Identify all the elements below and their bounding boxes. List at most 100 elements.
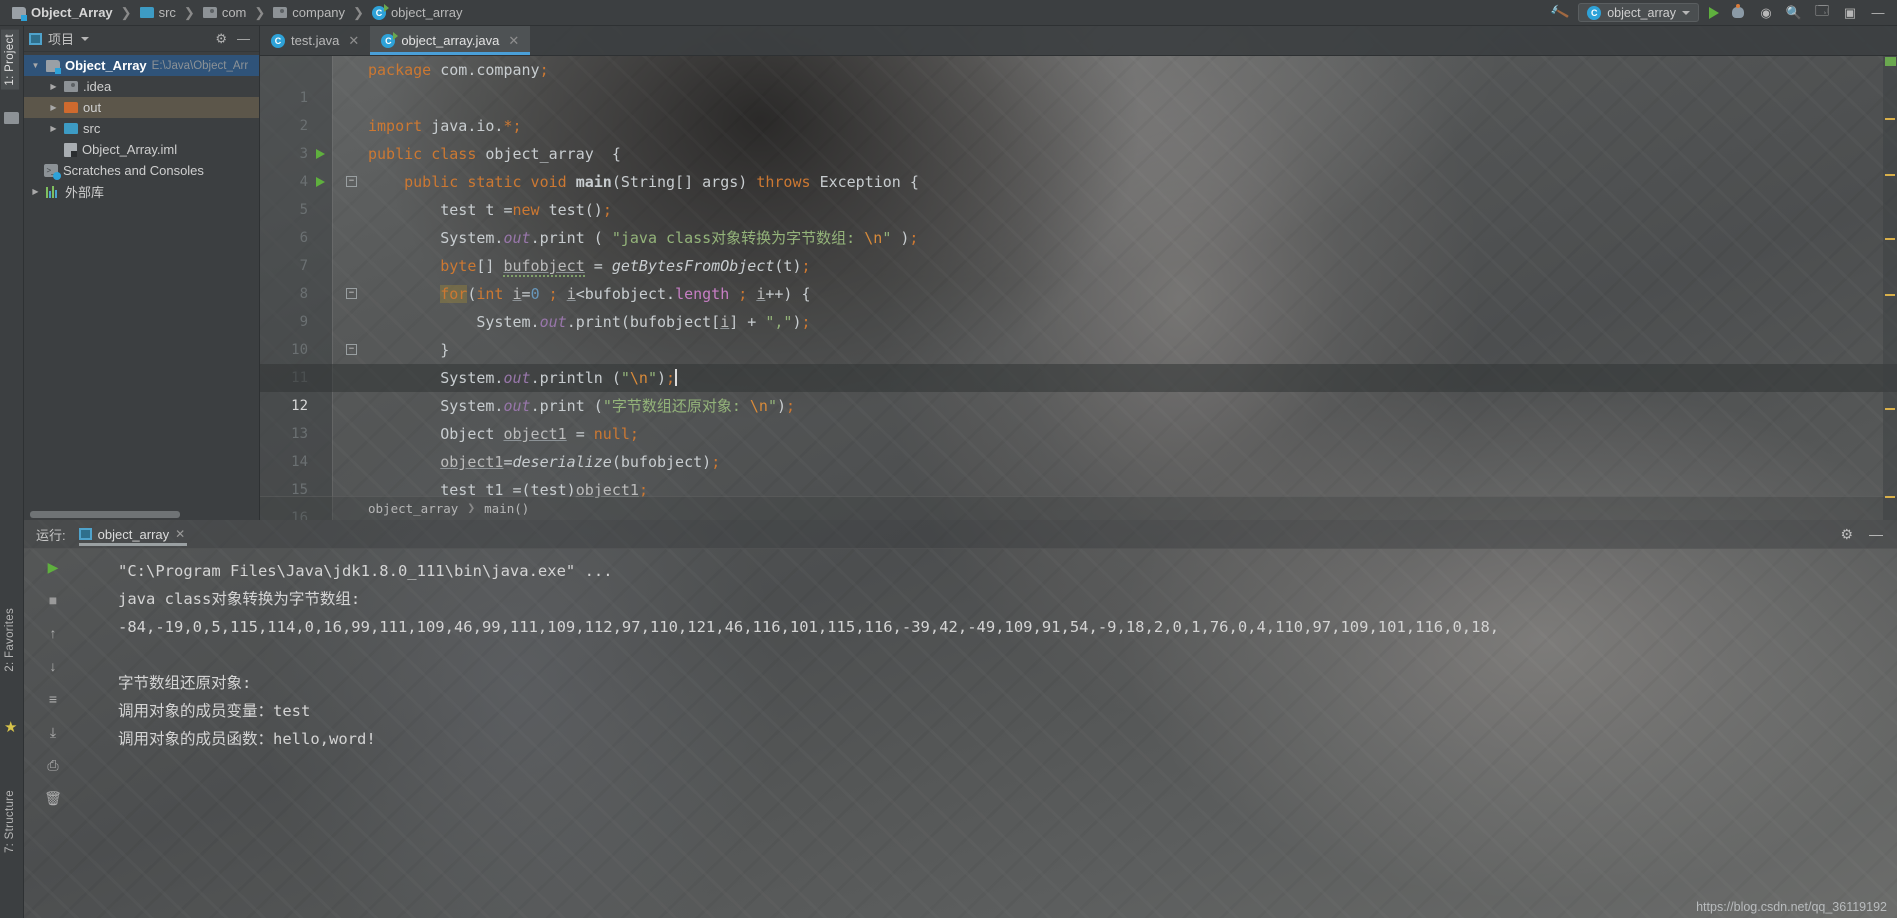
soft-wrap-icon[interactable]: ≡ [42,689,64,709]
code-line[interactable]: 5 − public static void main(String[] arg… [260,168,1897,218]
minimize-icon[interactable]: — [1869,526,1883,543]
warning-marker[interactable] [1885,238,1895,240]
close-icon[interactable]: ✕ [508,33,519,49]
warning-marker[interactable] [1885,294,1895,296]
warning-marker[interactable] [1885,118,1895,120]
run-gutter-icon[interactable] [316,149,325,159]
sidebar-tab-project[interactable]: 1: Project [1,30,19,90]
java-class-icon: C [271,33,285,48]
breadcrumb-class[interactable]: object_array [368,501,458,516]
console-line: 字节数组还原对象: [118,674,252,692]
console-output[interactable]: "C:\Program Files\Java\jdk1.8.0_111\bin\… [82,549,1897,918]
settings-icon[interactable]: ▣ [1841,4,1859,22]
close-icon[interactable]: ✕ [175,527,185,541]
package-icon [202,7,217,18]
tree-item-label: src [83,121,101,136]
gear-icon[interactable]: ⚙ [215,31,227,47]
run-configuration-selector[interactable]: C object_array [1578,3,1699,22]
code-line[interactable]: 6 test t =new test(); [260,196,1897,246]
inspection-status-icon[interactable] [1885,57,1896,66]
editor-tab-label: test.java [291,33,340,48]
code-line-current[interactable]: 12 System.out.println ("\n"); [260,364,1897,414]
breadcrumb-method[interactable]: main() [484,501,529,516]
coverage-icon[interactable]: ◉ [1757,4,1775,22]
chevron-right-icon[interactable]: ▶ [48,82,59,91]
editor-tab-test-java[interactable]: C test.java ✕ [260,26,370,55]
breadcrumb-label: com [221,5,247,20]
warning-marker[interactable] [1885,174,1895,176]
code-line[interactable]: 4 public class object_array { [260,140,1897,190]
chevron-down-icon [1682,10,1690,15]
code-line[interactable]: 11 − } [260,336,1897,386]
breadcrumb-item-company[interactable]: company [269,4,349,21]
breadcrumb: Object_Array ❯ src ❯ com ❯ company ❯ C o… [0,3,467,21]
rerun-icon[interactable]: ▶ [42,557,64,577]
code-line[interactable]: 15 object1=deserialize(bufobject); [260,448,1897,498]
breadcrumb-label: company [292,5,346,20]
chevron-right-icon[interactable]: ▶ [30,187,41,196]
star-icon[interactable]: ★ [4,720,20,735]
hammer-icon[interactable]: 🔨 [1549,2,1571,24]
trash-icon[interactable]: 🗑 [42,788,64,808]
code-line[interactable]: 1 package com.company; [260,56,1897,106]
fold-collapse-icon[interactable]: − [346,176,357,187]
run-gutter-icon[interactable] [316,177,325,187]
console-line: 调用对象的成员函数：hello,word! [118,730,376,748]
layout-icon[interactable]: 🗔 [1813,3,1831,22]
sidebar-tab-structure[interactable]: 7: Structure [1,786,19,857]
breadcrumb-item-src[interactable]: src [136,4,180,21]
breadcrumb-item-class[interactable]: C object_array [368,3,467,21]
tree-item-idea[interactable]: ▶ .idea [24,76,259,97]
run-panel-label: 运行: [36,527,66,543]
scroll-down-icon[interactable]: ↓ [42,656,64,676]
code-line[interactable]: 13 System.out.print ("字节数组还原对象: \n"); [260,392,1897,442]
breadcrumb-label: Object_Array [31,5,113,20]
tree-item-out[interactable]: ▶ out [24,97,259,118]
tree-item-external-libraries[interactable]: ▶ 外部库 [24,181,259,202]
close-icon[interactable]: ✕ [348,33,359,49]
editor-marker-bar[interactable] [1883,56,1897,520]
editor-tab-object-array-java[interactable]: C object_array.java ✕ [370,26,531,55]
chevron-down-icon[interactable] [81,36,90,41]
code-line[interactable]: 3 import java.io.*; [260,112,1897,162]
chevron-right-icon[interactable]: ▶ [48,124,59,133]
breadcrumb-item-project[interactable]: Object_Array [8,4,117,21]
debug-icon[interactable] [1729,4,1747,22]
breadcrumb-separator-icon: ❯ [183,4,195,20]
tree-item-iml[interactable]: Object_Array.iml [24,139,259,160]
tree-item-src[interactable]: ▶ src [24,118,259,139]
folder-icon[interactable] [4,112,19,124]
warning-marker[interactable] [1885,496,1895,498]
chevron-down-icon[interactable]: ▼ [30,61,41,70]
tree-item-scratches[interactable]: >_ Scratches and Consoles [24,160,259,181]
scroll-up-icon[interactable]: ↑ [42,623,64,643]
search-everywhere-icon[interactable]: 🔍 [1785,4,1803,22]
fold-end-icon[interactable]: − [346,344,357,355]
code-line[interactable]: 10 System.out.print(bufobject[i] + ","); [260,308,1897,358]
print-icon[interactable]: ⎙ [42,755,64,775]
code-line[interactable]: 14 Object object1 = null; [260,420,1897,470]
run-icon[interactable] [1709,6,1719,19]
tree-item-path: E:\Java\Object_Arr [151,59,249,72]
minimize-icon[interactable]: — [237,31,250,46]
breadcrumb-item-com[interactable]: com [199,4,251,21]
code-editor[interactable]: 1 package com.company; 2 3 import java.i… [260,56,1897,520]
code-line[interactable]: 7 System.out.print ( "java class对象转换为字节数… [260,224,1897,274]
warning-marker[interactable] [1885,408,1895,410]
fold-collapse-icon[interactable]: − [346,288,357,299]
chevron-right-icon[interactable]: ▶ [48,103,59,112]
minimize-icon[interactable]: — [1869,4,1887,22]
code-line[interactable]: 9 − for(int i=0 ; i<bufobject.length ; i… [260,280,1897,330]
sidebar-tab-favorites[interactable]: 2: Favorites [1,604,19,676]
gear-icon[interactable]: ⚙ [1840,526,1853,543]
export-icon[interactable]: ⤓ [42,722,64,742]
code-line[interactable]: 8 byte[] bufobject = getBytesFromObject(… [260,252,1897,302]
project-icon [29,32,42,45]
stop-icon[interactable]: ■ [42,590,64,610]
code-line[interactable]: 2 [260,84,1897,134]
tree-item-object-array[interactable]: ▼ Object_Array E:\Java\Object_Arr [24,55,259,76]
run-panel-toolbar: ▶ ■ ↑ ↓ ≡ ⤓ ⎙ 🗑 [24,549,82,918]
run-tab-object-array[interactable]: object_array ✕ [75,520,192,548]
project-panel-horizontal-scrollbar[interactable] [30,511,252,518]
